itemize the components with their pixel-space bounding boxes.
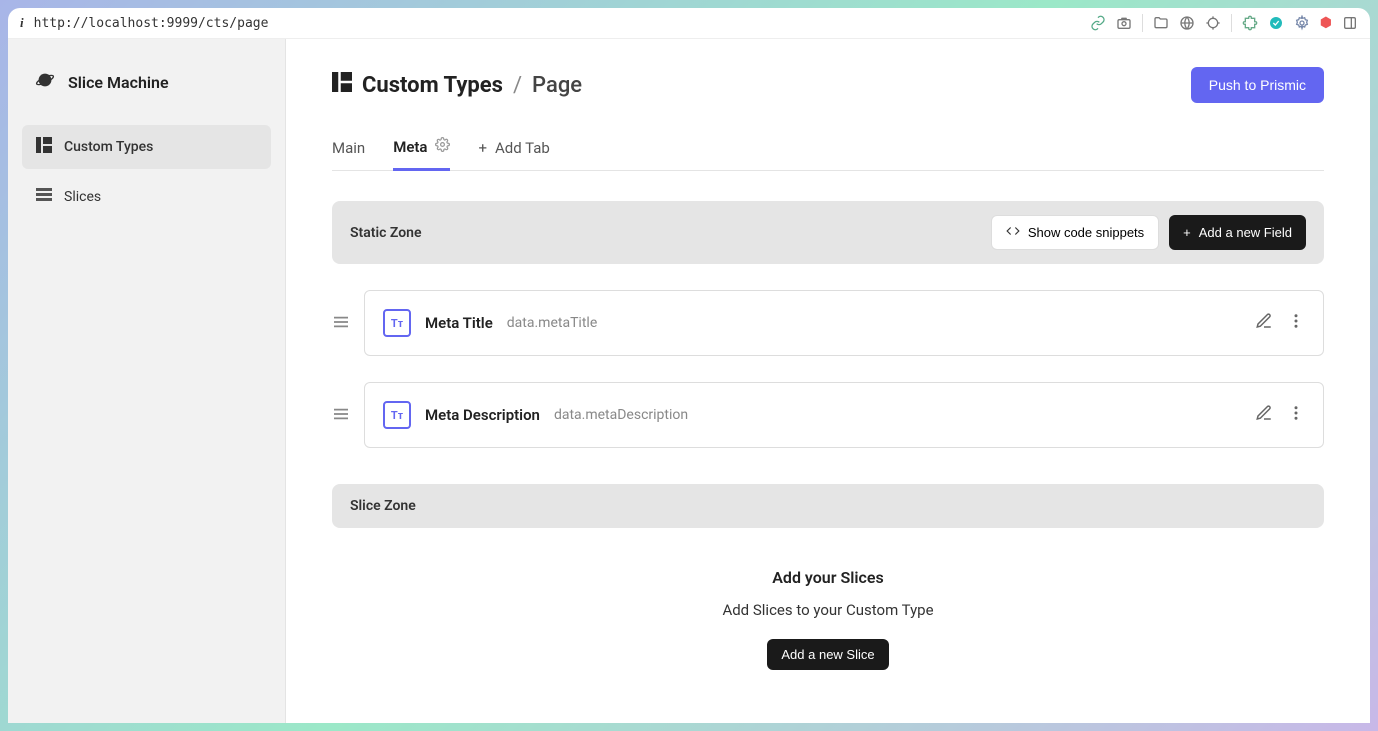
static-zone-header: Static Zone Show code snippets + Add a n… [332,201,1324,264]
edit-icon[interactable] [1255,312,1273,334]
brand-logo-icon [34,69,56,95]
sidebar-item-label: Custom Types [64,139,153,155]
field-row: Tᴛ Meta Description data.metaDescription [332,382,1324,448]
globe-icon[interactable] [1179,15,1195,31]
add-new-slice-button[interactable]: Add a new Slice [767,639,888,670]
drag-handle-icon[interactable] [332,314,350,333]
folder-icon[interactable] [1153,15,1169,31]
check-circle-icon[interactable] [1268,15,1284,31]
url-text[interactable]: http://localhost:9999/cts/page [34,16,269,31]
field-name: Meta Description [425,406,540,424]
slices-icon [36,187,52,207]
puzzle-icon[interactable] [1242,15,1258,31]
zone-title: Slice Zone [350,498,416,514]
push-to-prismic-button[interactable]: Push to Prismic [1191,67,1324,103]
breadcrumb-root[interactable]: Custom Types [362,73,503,98]
browser-extension-icons: ⬢ [1090,14,1358,32]
slice-zone-empty-state: Add your Slices Add Slices to your Custo… [332,568,1324,670]
field-card-meta-title[interactable]: Tᴛ Meta Title data.metaTitle [364,290,1324,356]
brand: Slice Machine [22,59,271,105]
main-content: Custom Types / Page Push to Prismic Main… [286,39,1370,723]
show-code-snippets-button[interactable]: Show code snippets [991,215,1159,250]
sidebar-item-custom-types[interactable]: Custom Types [22,125,271,169]
more-vertical-icon[interactable] [1287,404,1305,426]
tab-main[interactable]: Main [332,127,365,169]
breadcrumb: Custom Types / Page [332,72,582,98]
tabs: Main Meta + Add Tab [332,125,1324,171]
zone-title: Static Zone [350,225,422,241]
text-field-icon: Tᴛ [383,309,411,337]
plus-icon: + [478,139,487,157]
breadcrumb-separator: / [513,73,522,98]
target-icon[interactable] [1205,15,1221,31]
brand-name: Slice Machine [68,73,169,92]
camera-icon[interactable] [1116,15,1132,31]
edit-icon[interactable] [1255,404,1273,426]
tab-meta[interactable]: Meta [393,125,450,171]
plus-icon: + [1183,225,1191,240]
slice-empty-heading: Add your Slices [772,568,883,587]
field-row: Tᴛ Meta Title data.metaTitle [332,290,1324,356]
bug-icon[interactable]: ⬢ [1320,15,1332,31]
link-icon[interactable] [1090,15,1106,31]
slice-zone-header: Slice Zone [332,484,1324,528]
sidebar-item-slices[interactable]: Slices [22,175,271,219]
gear-blue-icon[interactable] [1294,15,1310,31]
panel-icon[interactable] [1342,15,1358,31]
slice-empty-subtext: Add Slices to your Custom Type [722,601,933,619]
add-tab-button[interactable]: + Add Tab [478,127,549,169]
field-card-meta-description[interactable]: Tᴛ Meta Description data.metaDescription [364,382,1324,448]
sidebar-item-label: Slices [64,189,101,205]
text-field-icon: Tᴛ [383,401,411,429]
page-header: Custom Types / Page Push to Prismic [332,67,1324,103]
sidebar: Slice Machine Custom Types Slices [8,39,286,723]
code-icon [1006,224,1020,241]
drag-handle-icon[interactable] [332,406,350,425]
info-icon: i [20,15,24,31]
field-name: Meta Title [425,314,493,332]
dashboard-icon [332,72,352,98]
gear-icon[interactable] [435,137,450,156]
field-api-id: data.metaDescription [554,407,688,423]
more-vertical-icon[interactable] [1287,312,1305,334]
add-new-field-button[interactable]: + Add a new Field [1169,215,1306,250]
address-bar: i http://localhost:9999/cts/page ⬢ [8,8,1370,39]
field-api-id: data.metaTitle [507,315,597,331]
breadcrumb-current: Page [532,73,582,98]
dashboard-icon [36,137,52,157]
